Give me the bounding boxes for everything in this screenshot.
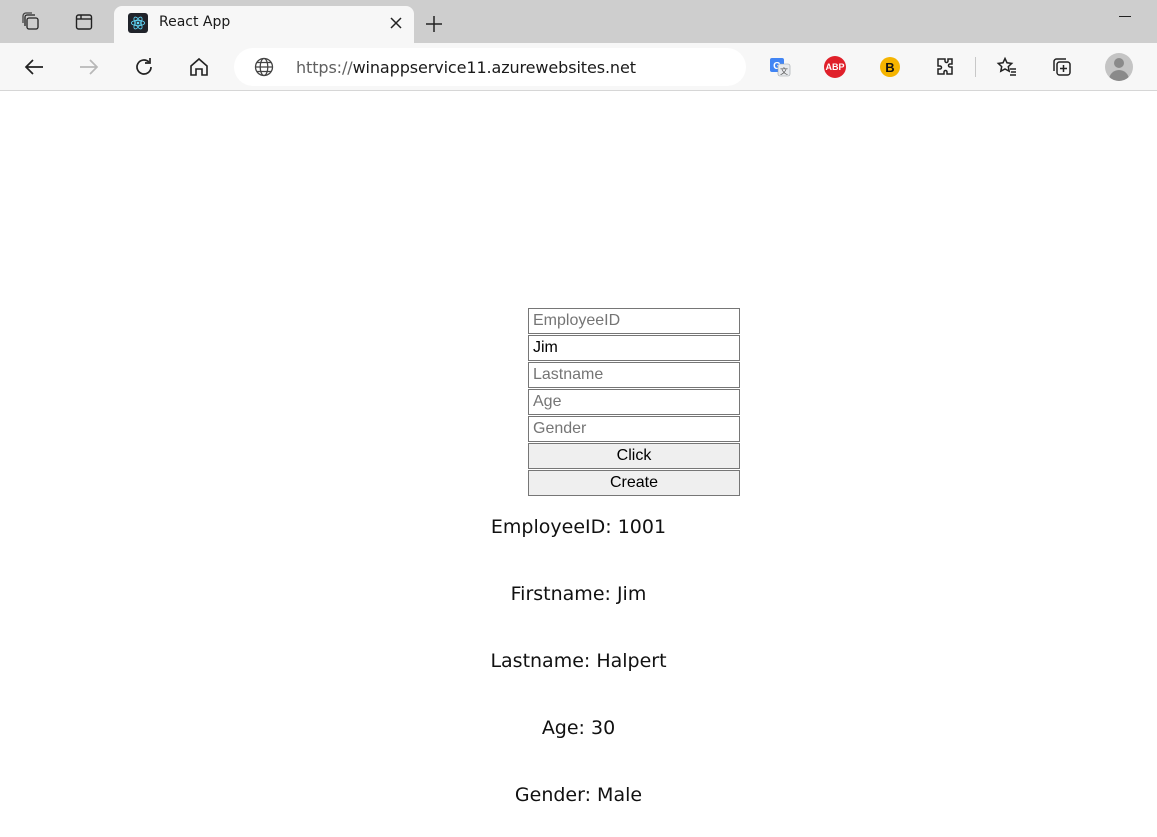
- close-tab-icon[interactable]: [388, 15, 404, 31]
- forward-icon[interactable]: [75, 53, 103, 81]
- minimize-icon[interactable]: [1119, 16, 1131, 17]
- translate-icon[interactable]: G文: [766, 53, 794, 81]
- active-tab[interactable]: React App: [114, 6, 414, 43]
- gender-text: Gender: Male: [514, 784, 643, 806]
- tab-actions-icon[interactable]: [66, 6, 102, 38]
- click-button[interactable]: Click: [528, 443, 740, 469]
- age-text: Age: 30: [541, 717, 616, 739]
- react-logo-icon: [128, 13, 148, 33]
- profile-avatar-icon[interactable]: [1105, 53, 1133, 81]
- tab-title: React App: [159, 14, 231, 30]
- firstname-text: Firstname: Jim: [510, 583, 647, 605]
- employee-id-input[interactable]: [528, 308, 740, 334]
- employee-id-text: EmployeeID: 1001: [490, 516, 667, 538]
- lastname-text: Lastname: Halpert: [490, 650, 667, 672]
- svg-text:文: 文: [780, 66, 788, 76]
- adblock-plus-label: ABP: [824, 56, 846, 78]
- avatar: [1105, 53, 1133, 81]
- age-input[interactable]: [528, 389, 740, 415]
- employee-form: Click Create: [528, 308, 740, 497]
- address-bar[interactable]: https://winappservice11.azurewebsites.ne…: [234, 48, 746, 86]
- globe-icon[interactable]: [254, 57, 274, 77]
- create-button[interactable]: Create: [528, 470, 740, 496]
- url-host: winappservice11.azurewebsites.net: [352, 58, 636, 77]
- favorites-icon[interactable]: [993, 53, 1021, 81]
- refresh-icon[interactable]: [130, 53, 158, 81]
- b-extension-label: B: [880, 57, 900, 77]
- new-tab-icon[interactable]: [420, 10, 448, 38]
- collections-icon[interactable]: [1048, 53, 1076, 81]
- b-extension-icon[interactable]: B: [876, 53, 904, 81]
- url-text[interactable]: https://winappservice11.azurewebsites.ne…: [296, 58, 636, 77]
- home-icon[interactable]: [185, 53, 213, 81]
- url-protocol: https://: [296, 58, 353, 77]
- extensions-puzzle-icon[interactable]: [931, 53, 959, 81]
- tab-strip: React App: [0, 0, 1157, 43]
- gender-input[interactable]: [528, 416, 740, 442]
- adblock-plus-icon[interactable]: ABP: [821, 53, 849, 81]
- firstname-input[interactable]: [528, 335, 740, 361]
- workspaces-icon[interactable]: [13, 6, 49, 38]
- page-content: Click Create EmployeeID: 1001 Firstname:…: [0, 92, 1157, 837]
- browser-toolbar: https://winappservice11.azurewebsites.ne…: [0, 43, 1157, 91]
- back-icon[interactable]: [20, 53, 48, 81]
- toolbar-separator: [975, 57, 976, 77]
- lastname-input[interactable]: [528, 362, 740, 388]
